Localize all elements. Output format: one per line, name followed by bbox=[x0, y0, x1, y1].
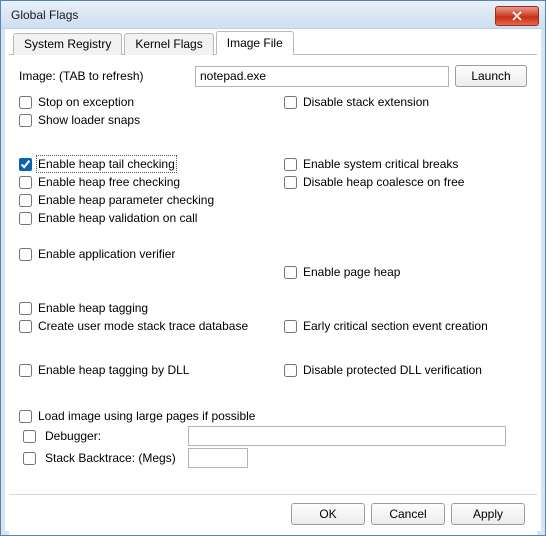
chk-heap-free-checking[interactable]: Enable heap free checking bbox=[19, 173, 284, 191]
chk-page-heap[interactable]: Enable page heap bbox=[284, 263, 527, 281]
debugger-label: Debugger: bbox=[45, 429, 101, 443]
chk-debugger[interactable] bbox=[23, 430, 36, 443]
chk-heap-parameter-checking[interactable]: Enable heap parameter checking bbox=[19, 191, 284, 209]
stack-backtrace-input[interactable] bbox=[188, 448, 248, 468]
close-icon bbox=[512, 11, 522, 21]
options-right: Disable stack extension Enable system cr… bbox=[284, 93, 527, 379]
debugger-input[interactable] bbox=[188, 426, 506, 446]
tab-system-registry[interactable]: System Registry bbox=[13, 33, 122, 55]
ok-button[interactable]: OK bbox=[291, 503, 365, 525]
stack-backtrace-label: Stack Backtrace: (Megs) bbox=[45, 451, 176, 465]
chk-stop-on-exception[interactable]: Stop on exception bbox=[19, 93, 284, 111]
image-row: Image: (TAB to refresh) Launch bbox=[19, 65, 527, 87]
chk-heap-tail-checking[interactable]: Enable heap tail checking bbox=[19, 155, 284, 173]
chk-large-pages[interactable]: Load image using large pages if possible bbox=[19, 407, 527, 425]
chk-early-critical-section[interactable]: Early critical section event creation bbox=[284, 317, 527, 335]
debugger-row: Debugger: bbox=[19, 425, 527, 447]
chk-disable-stack-extension[interactable]: Disable stack extension bbox=[284, 93, 527, 111]
tabstrip: System Registry Kernel Flags Image File bbox=[9, 33, 537, 55]
close-button[interactable] bbox=[495, 6, 539, 26]
dialog-body: System Registry Kernel Flags Image File … bbox=[9, 33, 537, 535]
bottom-fields: Load image using large pages if possible… bbox=[19, 385, 527, 469]
options-columns: Stop on exception Show loader snaps Enab… bbox=[19, 93, 527, 379]
window-title: Global Flags bbox=[11, 8, 78, 22]
image-label: Image: (TAB to refresh) bbox=[19, 69, 189, 83]
image-input[interactable] bbox=[195, 66, 449, 87]
tab-panel-image-file: Image: (TAB to refresh) Launch Stop on e… bbox=[9, 55, 537, 469]
chk-heap-tagging-by-dll[interactable]: Enable heap tagging by DLL bbox=[19, 361, 284, 379]
chk-system-critical-breaks[interactable]: Enable system critical breaks bbox=[284, 155, 527, 173]
options-left: Stop on exception Show loader snaps Enab… bbox=[19, 93, 284, 379]
dialog-window: Global Flags System Registry Kernel Flag… bbox=[0, 0, 546, 536]
launch-button[interactable]: Launch bbox=[455, 65, 527, 87]
tab-kernel-flags[interactable]: Kernel Flags bbox=[124, 33, 213, 55]
chk-application-verifier[interactable]: Enable application verifier bbox=[19, 245, 284, 263]
chk-heap-tagging[interactable]: Enable heap tagging bbox=[19, 299, 284, 317]
stack-backtrace-row: Stack Backtrace: (Megs) bbox=[19, 447, 527, 469]
titlebar: Global Flags bbox=[1, 1, 545, 29]
chk-user-mode-stack-trace[interactable]: Create user mode stack trace database bbox=[19, 317, 284, 335]
chk-disable-heap-coalesce[interactable]: Disable heap coalesce on free bbox=[284, 173, 527, 191]
chk-heap-validation-on-call[interactable]: Enable heap validation on call bbox=[19, 209, 284, 227]
dialog-buttons: OK Cancel Apply bbox=[291, 503, 525, 525]
tab-image-file[interactable]: Image File bbox=[216, 31, 294, 55]
chk-stack-backtrace[interactable] bbox=[23, 452, 36, 465]
chk-disable-protected-dll[interactable]: Disable protected DLL verification bbox=[284, 361, 527, 379]
chk-show-loader-snaps[interactable]: Show loader snaps bbox=[19, 111, 284, 129]
cancel-button[interactable]: Cancel bbox=[371, 503, 445, 525]
apply-button[interactable]: Apply bbox=[451, 503, 525, 525]
separator bbox=[9, 494, 537, 495]
